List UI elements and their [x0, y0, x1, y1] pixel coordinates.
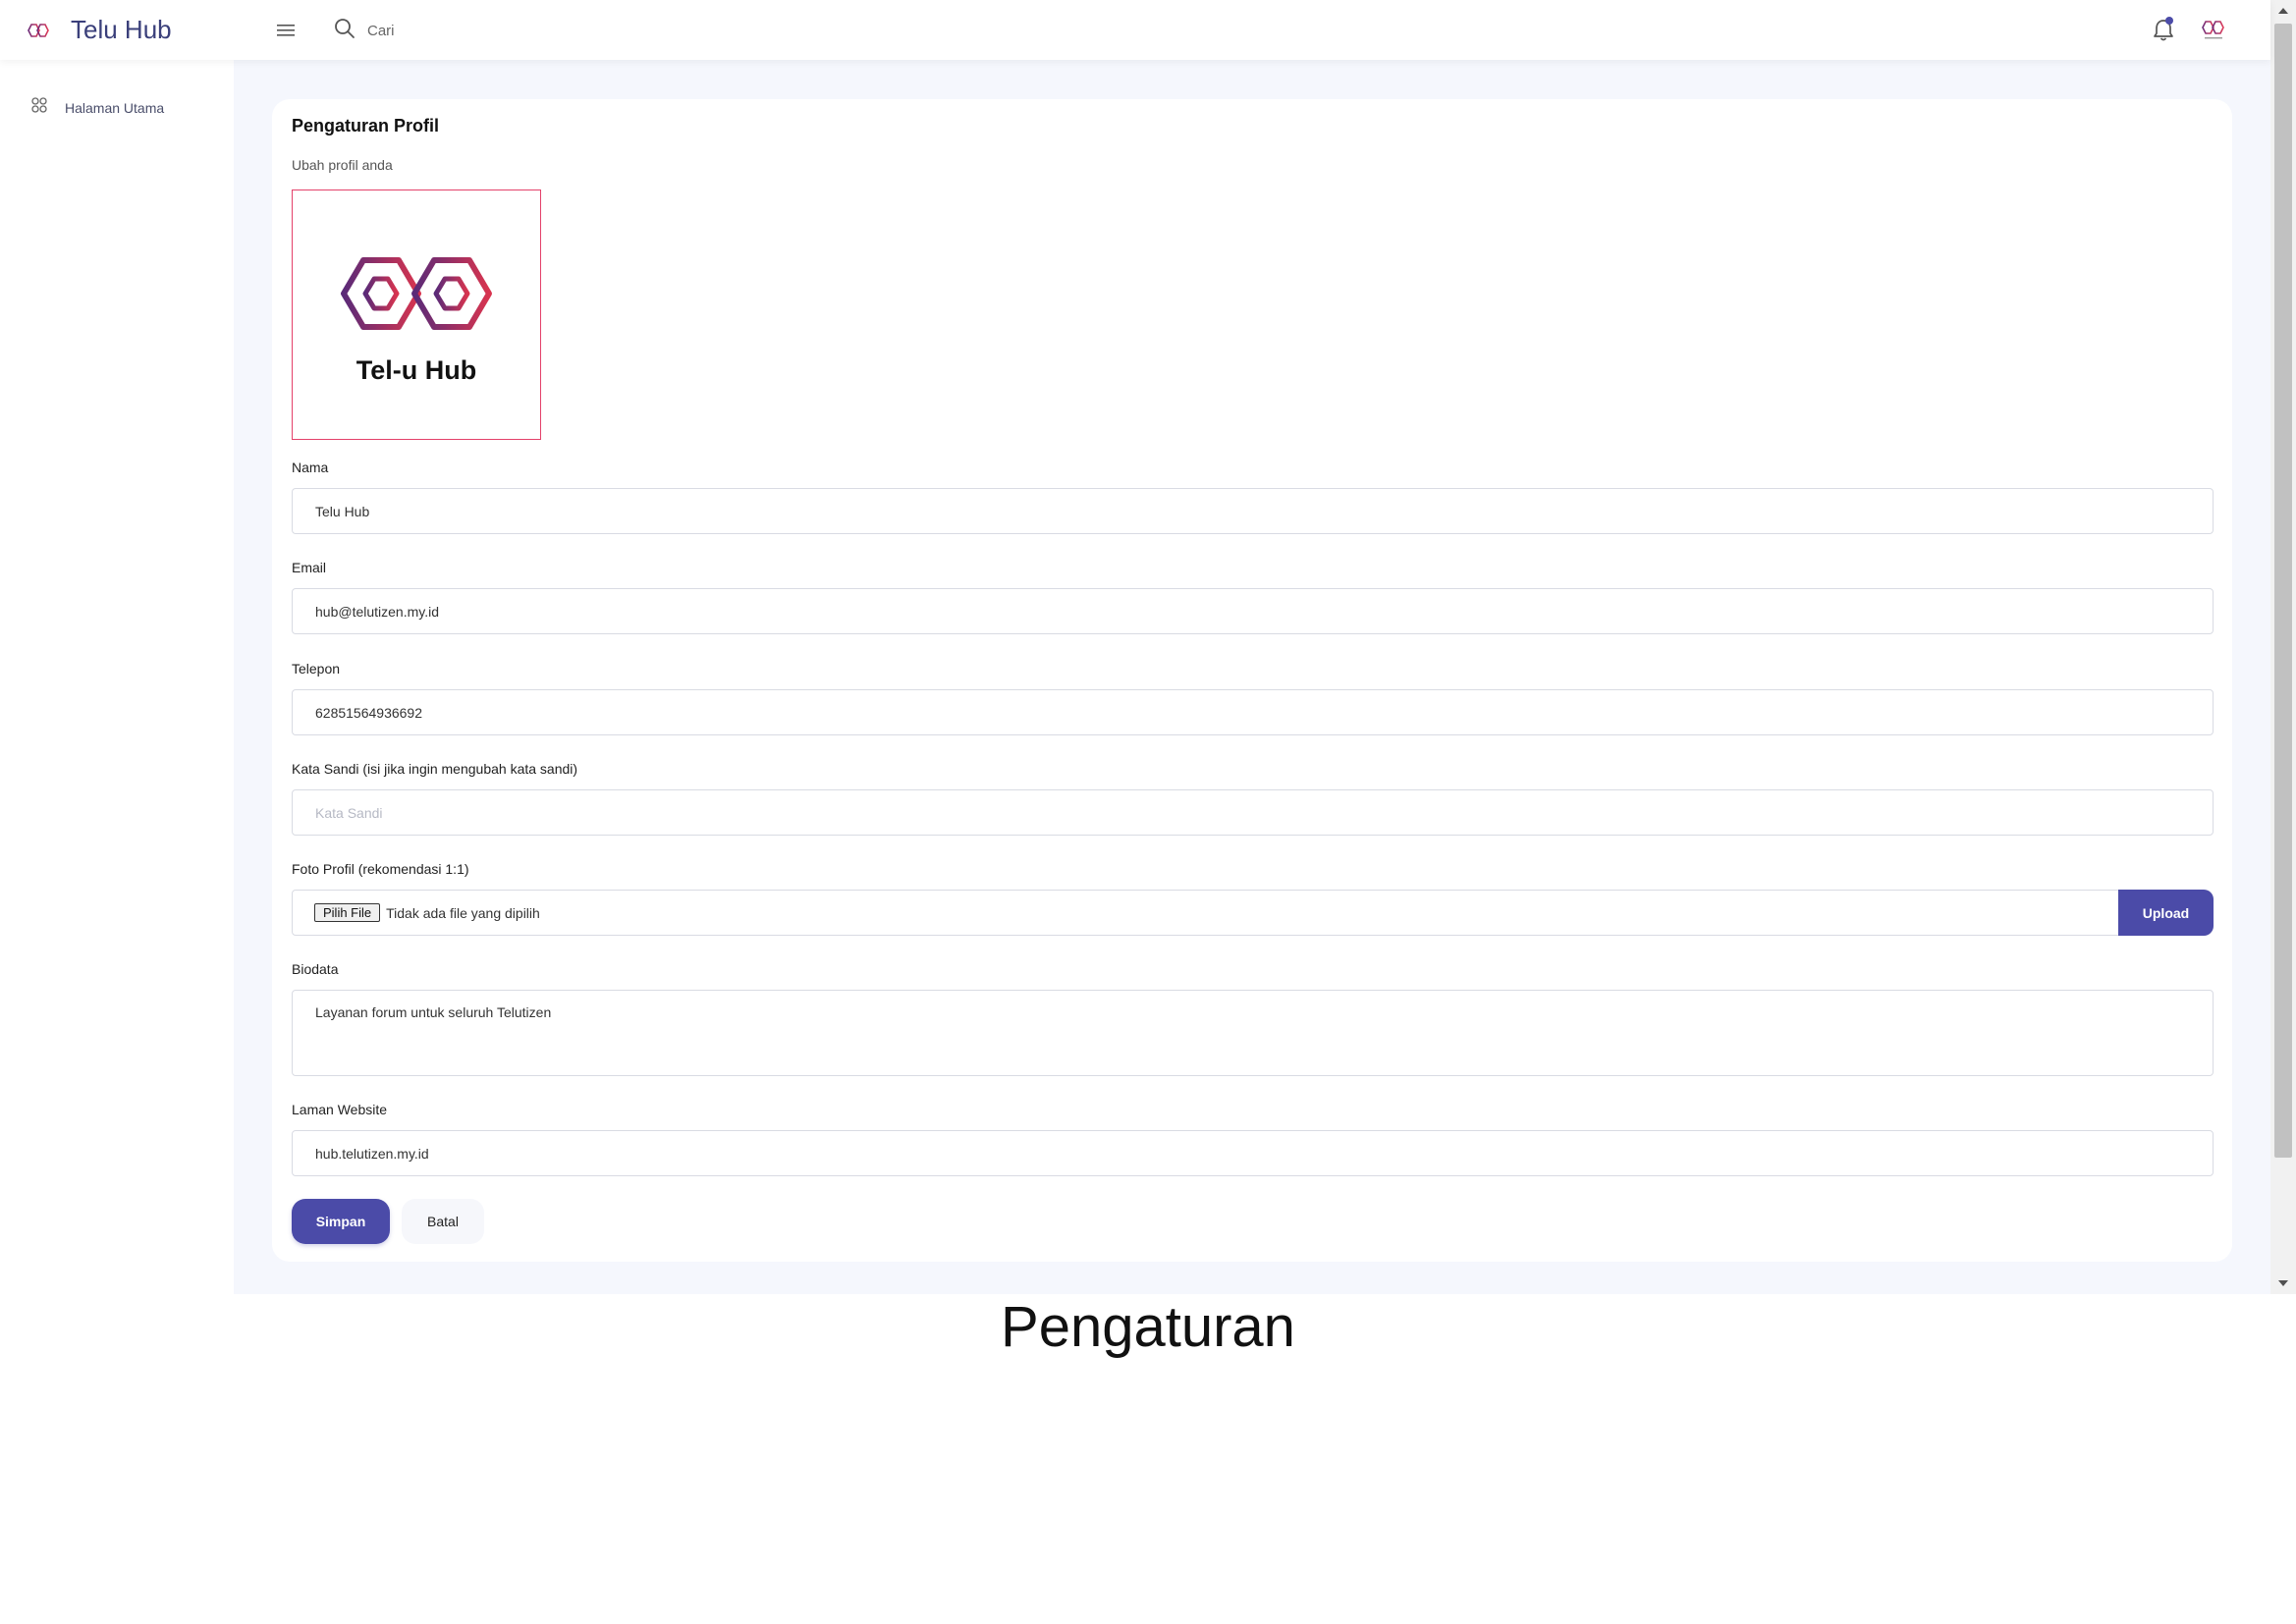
search-bar	[334, 14, 662, 47]
cancel-button[interactable]: Batal	[402, 1199, 484, 1244]
sidebar-item-halaman-utama[interactable]: Halaman Utama	[31, 97, 164, 118]
logo-caption: Tel-u Hub	[355, 354, 477, 385]
phone-field[interactable]	[292, 689, 2214, 735]
page-title: Pengaturan Profil	[292, 116, 440, 135]
profile-image: Tel-u Hub	[292, 189, 541, 440]
sidebar: Halaman Utama	[0, 60, 234, 1294]
phone-label: Telepon	[292, 661, 341, 677]
password-field[interactable]	[292, 789, 2214, 836]
bell-icon[interactable]	[2151, 16, 2176, 43]
scroll-thumb[interactable]	[2274, 24, 2292, 1158]
file-status: Tidak ada file yang dipilih	[386, 904, 540, 921]
page-scrollbar[interactable]	[2270, 0, 2296, 1294]
name-field[interactable]	[292, 488, 2214, 534]
page-subtitle: Ubah profil anda	[292, 157, 393, 173]
photo-label: Foto Profil (rekomendasi 1:1)	[292, 861, 469, 877]
brand[interactable]: Telu Hub	[26, 0, 172, 60]
bio-field[interactable]: Layanan forum untuk seluruh Telutizen	[292, 990, 2214, 1076]
app-screen: Telu Hub Cari Halaman Utama Pengaturan P…	[0, 0, 2296, 1294]
email-field[interactable]	[292, 588, 2214, 634]
figure-caption: Pengaturan	[1001, 1295, 1295, 1359]
scroll-down-arrow-icon[interactable]	[2270, 1272, 2296, 1294]
website-field[interactable]	[292, 1130, 2214, 1176]
save-button[interactable]: Simpan	[292, 1199, 390, 1244]
choose-file-button[interactable]: Pilih File	[314, 903, 381, 922]
upload-button[interactable]: Upload	[2118, 890, 2214, 936]
password-label: Kata Sandi (isi jika ingin mengubah kata…	[292, 761, 578, 777]
grid-icon	[31, 97, 47, 118]
profile-settings-card: Pengaturan Profil Ubah profil anda Tel-u…	[272, 99, 2232, 1262]
sidebar-item-label: Halaman Utama	[65, 99, 165, 116]
app-title: Telu Hub	[71, 15, 172, 44]
website-label: Laman Website	[292, 1102, 388, 1117]
telu-hub-logo-icon	[338, 244, 495, 348]
photo-file-input: Pilih File Tidak ada file yang dipilih U…	[292, 890, 2214, 936]
name-label: Nama	[292, 460, 329, 475]
hamburger-menu-icon[interactable]	[273, 18, 299, 43]
telu-hub-logo-icon	[26, 20, 51, 41]
scroll-up-arrow-icon[interactable]	[2270, 0, 2296, 22]
search-icon[interactable]	[334, 18, 355, 44]
top-bar: Telu Hub	[0, 0, 2270, 60]
bio-label: Biodata	[292, 961, 339, 977]
user-avatar-icon[interactable]	[2198, 14, 2229, 45]
search-input[interactable]	[367, 22, 662, 39]
email-label: Email	[292, 560, 327, 575]
